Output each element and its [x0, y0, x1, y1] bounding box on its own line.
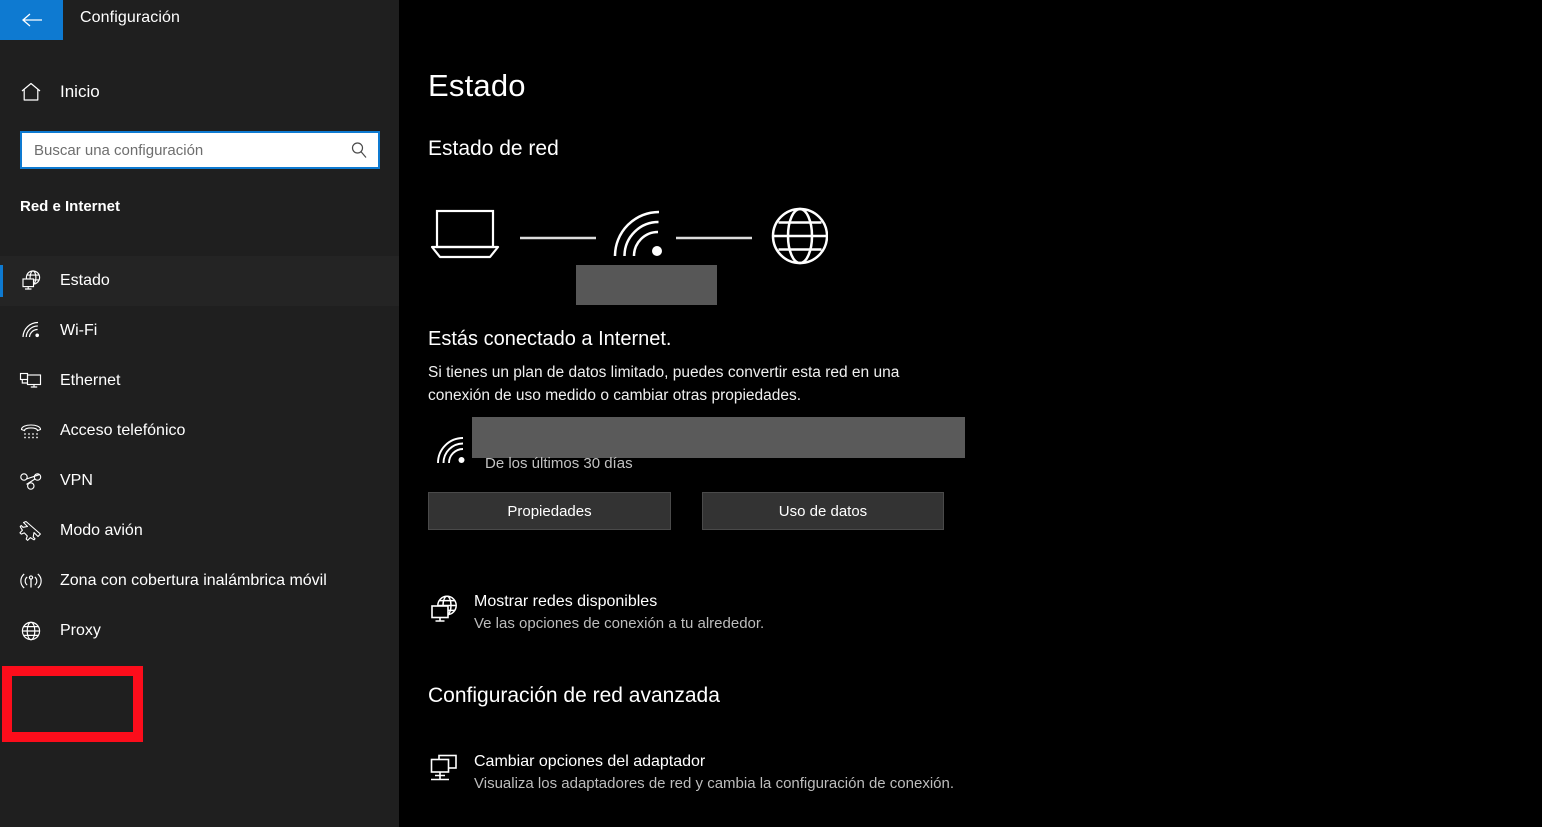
selection-indicator: [0, 265, 3, 297]
sidebar-item-vpn-label: VPN: [60, 472, 93, 489]
usage-caption: De los últimos 30 días: [485, 455, 633, 472]
sidebar-item-zona-cobertura-label: Zona con cobertura inalámbrica móvil: [60, 572, 327, 589]
sidebar-item-zona-cobertura[interactable]: Zona con cobertura inalámbrica móvil: [0, 556, 399, 606]
sidebar-item-ethernet[interactable]: Ethernet: [0, 356, 399, 406]
search-input[interactable]: [22, 133, 340, 167]
hotspot-icon: [10, 568, 52, 594]
wifi-signal-icon: [613, 210, 662, 257]
change-adapter-options-text: Cambiar opciones del adaptador Visualiza…: [474, 751, 954, 795]
search-icon[interactable]: [340, 140, 378, 160]
proxy-highlight-box: [2, 666, 143, 742]
sidebar-item-home[interactable]: Inicio: [0, 70, 399, 114]
network-status-icon: [10, 268, 52, 294]
settings-sidebar: Configuración Inicio Red e Internet: [0, 0, 399, 827]
sidebar-item-acceso-telefonico[interactable]: Acceso telefónico: [0, 406, 399, 456]
connection-status-title: Estás conectado a Internet.: [428, 328, 672, 350]
wifi-icon: [10, 318, 52, 344]
back-arrow-icon: [20, 11, 44, 29]
show-available-networks-title: Mostrar redes disponibles: [474, 593, 658, 610]
dialup-phone-icon: [10, 418, 52, 444]
show-available-networks-text: Mostrar redes disponibles Ve las opcione…: [474, 591, 764, 635]
change-adapter-options-title: Cambiar opciones del adaptador: [474, 753, 706, 770]
globe-icon: [771, 207, 829, 265]
section-heading-advanced-network: Configuración de red avanzada: [428, 684, 720, 707]
main-content: Estado Estado de red Estás conectado a I…: [399, 0, 1542, 827]
vpn-icon: [10, 468, 52, 494]
sidebar-item-modo-avion[interactable]: Modo avión: [0, 506, 399, 556]
page-title: Estado: [428, 68, 526, 103]
show-available-networks-subtitle: Ve las opciones de conexión a tu alreded…: [474, 615, 765, 632]
section-heading-network-status: Estado de red: [428, 137, 559, 160]
connection-status-description: Si tienes un plan de datos limitado, pue…: [428, 364, 900, 404]
sidebar-nav-list: Estado Wi-Fi Ethernet Acceso telefónico …: [0, 256, 399, 656]
sidebar-item-proxy[interactable]: Proxy: [0, 606, 399, 656]
redacted-network-name: [472, 417, 965, 458]
app-title: Configuración: [80, 9, 181, 26]
adapter-monitors-icon: [428, 751, 474, 795]
sidebar-item-ethernet-label: Ethernet: [60, 372, 121, 389]
data-usage-button[interactable]: Uso de datos: [702, 492, 944, 530]
properties-button[interactable]: Propiedades: [428, 492, 671, 530]
airplane-icon: [10, 518, 52, 544]
laptop-icon: [430, 209, 500, 259]
network-diagram: [428, 203, 829, 305]
sidebar-item-vpn[interactable]: VPN: [0, 456, 399, 506]
sidebar-category-heading: Red e Internet: [20, 198, 121, 215]
sidebar-item-wifi-label: Wi-Fi: [60, 322, 98, 339]
home-icon: [10, 80, 52, 104]
wifi-signal-icon: [436, 436, 468, 471]
show-available-networks-row[interactable]: Mostrar redes disponibles Ve las opcione…: [428, 591, 988, 635]
back-button[interactable]: [0, 0, 63, 40]
sidebar-item-home-label: Inicio: [60, 82, 100, 101]
sidebar-item-modo-avion-label: Modo avión: [60, 522, 143, 539]
sidebar-item-estado[interactable]: Estado: [0, 256, 399, 306]
network-globe-monitor-icon: [428, 591, 474, 635]
change-adapter-options-subtitle: Visualiza los adaptadores de red y cambi…: [474, 775, 955, 792]
sidebar-item-wifi[interactable]: Wi-Fi: [0, 306, 399, 356]
search-box[interactable]: [20, 131, 380, 169]
change-adapter-options-row[interactable]: Cambiar opciones del adaptador Visualiza…: [428, 751, 968, 795]
network-usage-row: De los últimos 30 días: [428, 412, 988, 474]
sidebar-item-estado-label: Estado: [60, 272, 110, 289]
redacted-device-name: [576, 265, 717, 305]
ethernet-icon: [10, 368, 52, 394]
sidebar-item-acceso-telefonico-label: Acceso telefónico: [60, 422, 186, 439]
sidebar-item-proxy-label: Proxy: [60, 622, 101, 639]
globe-icon: [10, 618, 52, 644]
